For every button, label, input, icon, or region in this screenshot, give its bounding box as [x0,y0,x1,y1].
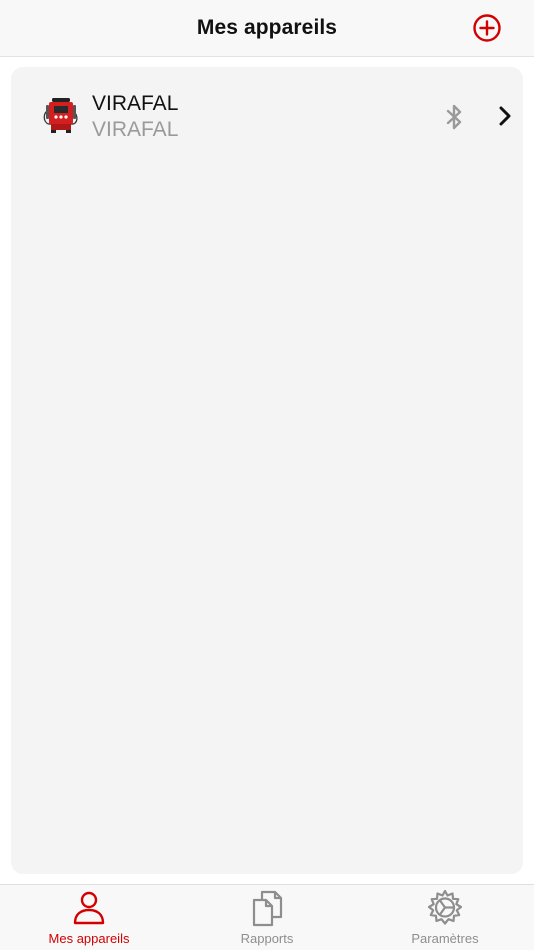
page-title: Mes appareils [196,16,338,39]
device-image [43,98,78,133]
tab-label: Rapports [240,931,294,946]
app-root: Mes appareils VIRAFAL VIRAFAL Mes appare… [0,0,534,950]
device-list-item[interactable]: VIRAFAL VIRAFAL [11,67,523,165]
device-model: VIRAFAL [92,118,179,141]
tab-rapports[interactable]: Rapports [178,885,356,950]
documents-icon [252,890,283,927]
tab-parametres[interactable]: Paramètres [356,885,534,950]
gear-icon [427,889,463,925]
tab-label: Mes appareils [48,931,130,946]
device-name: VIRAFAL [92,92,179,115]
tab-bar: Mes appareils Rapports Paramètres [0,884,534,950]
device-list: VIRAFAL VIRAFAL [11,67,523,874]
navigation-bar: Mes appareils [0,0,534,57]
add-device-button[interactable] [472,13,502,43]
bluetooth-icon [446,104,462,130]
chevron-right-icon [499,106,511,126]
tab-mes-appareils[interactable]: Mes appareils [0,885,178,950]
plus-circle-icon [473,14,501,42]
tab-label: Paramètres [411,931,479,946]
person-icon [73,891,105,925]
